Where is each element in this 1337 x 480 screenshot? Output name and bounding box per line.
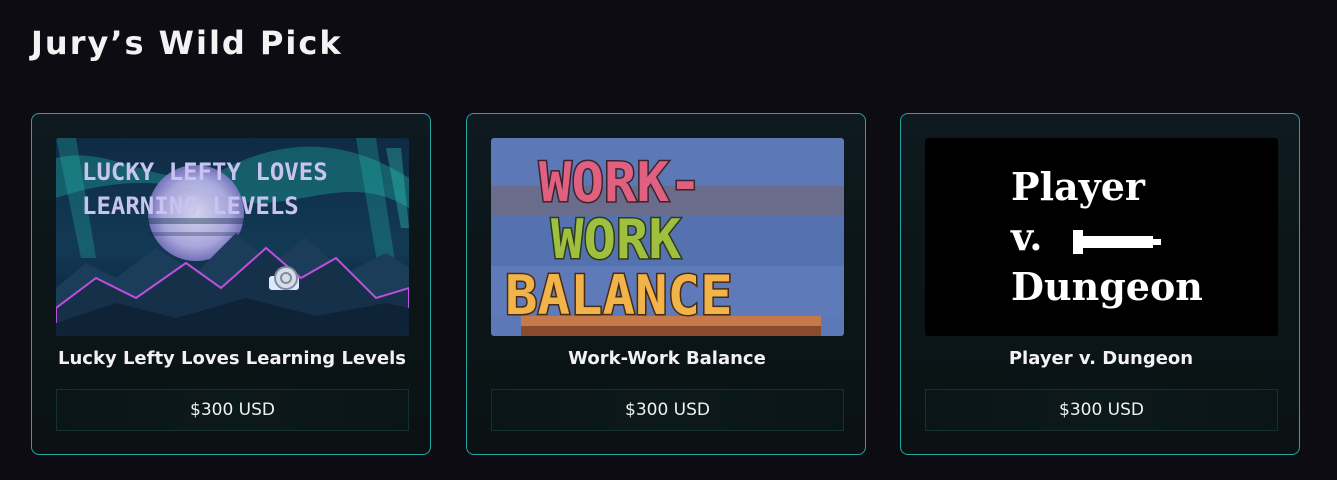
prize-badge: $300 USD xyxy=(925,389,1278,431)
artwork-title-line-2: WORK xyxy=(551,208,682,271)
game-title[interactable]: Work-Work Balance xyxy=(467,348,867,369)
artwork-title-line-2: v. xyxy=(1010,214,1043,259)
section-title: Jury’s Wild Pick xyxy=(31,24,343,62)
game-thumbnail[interactable]: LUCKY LEFTY LOVES LEARNING LEVELS xyxy=(56,138,409,336)
game-title[interactable]: Lucky Lefty Loves Learning Levels xyxy=(32,348,432,369)
artwork-title-line-1: Player xyxy=(1011,164,1146,209)
player-v-dungeon-artwork: Player v. Dungeon xyxy=(925,138,1278,336)
work-work-balance-artwork: WORK- WORK BALANCE xyxy=(491,138,844,336)
artwork-title-line-3: Dungeon xyxy=(1011,264,1203,309)
game-card-lucky-lefty[interactable]: LUCKY LEFTY LOVES LEARNING LEVELS Lucky … xyxy=(31,113,431,455)
prize-badge: $300 USD xyxy=(491,389,844,431)
game-thumbnail[interactable]: WORK- WORK BALANCE xyxy=(491,138,844,336)
game-thumbnail[interactable]: Player v. Dungeon xyxy=(925,138,1278,336)
game-card-list: LUCKY LEFTY LOVES LEARNING LEVELS Lucky … xyxy=(31,113,1303,457)
artwork-title-line-1: LUCKY LEFTY LOVES xyxy=(82,158,328,186)
game-card-player-v-dungeon[interactable]: Player v. Dungeon Player v. Dungeon $300… xyxy=(900,113,1300,455)
artwork-title-line-1: WORK- xyxy=(539,151,702,214)
artwork-title-line-2: LEARNING LEVELS xyxy=(82,192,299,220)
prize-badge: $300 USD xyxy=(56,389,409,431)
game-title[interactable]: Player v. Dungeon xyxy=(901,348,1301,369)
game-card-work-work-balance[interactable]: WORK- WORK BALANCE Work-Work Balance $30… xyxy=(466,113,866,455)
lucky-lefty-artwork: LUCKY LEFTY LOVES LEARNING LEVELS xyxy=(56,138,409,336)
artwork-title-line-3: BALANCE xyxy=(505,264,733,327)
